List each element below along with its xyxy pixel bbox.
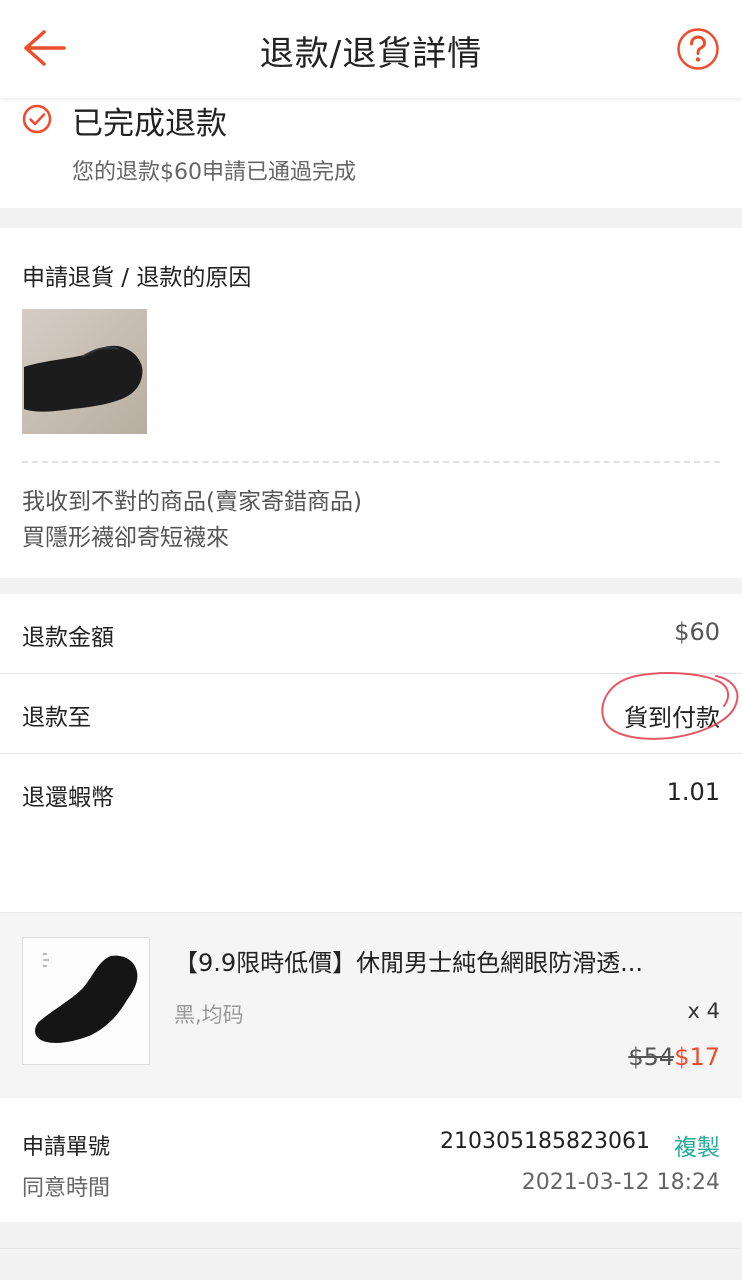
help-circle-icon[interactable] (676, 27, 720, 71)
reason-line-2: 買隱形襪卻寄短襪來 (22, 525, 229, 551)
refund-amount-label: 退款金額 (22, 625, 114, 651)
refund-to-value: 貨到付款 (624, 704, 720, 732)
blank-band (0, 832, 742, 912)
product-price: $54$17 (628, 1043, 720, 1071)
header-bar: 退款/退貨詳情 (0, 0, 742, 98)
status-title: 已完成退款 (72, 106, 227, 142)
reason-text: 我收到不對的商品(賣家寄錯商品) 買隱形襪卻寄短襪來 (22, 484, 362, 556)
return-reason-section: 申請退貨 / 退款的原因 我收到不對的商品(賣家寄錯商品) 買隱形襪卻寄短襪來 (0, 228, 742, 578)
status-subtitle: 您的退款$60申請已通過完成 (72, 160, 356, 185)
product-name: 【9.9限時低價】休閒男士純色網眼防滑透... (174, 949, 644, 977)
application-details-section: 申請單號 210305185823061 複製 同意時間 2021-03-12 … (0, 1098, 742, 1222)
refund-amount-row: 退款金額 $60 (0, 594, 742, 674)
product-quantity: x 4 (687, 999, 720, 1023)
refund-detail-page: 退款/退貨詳情 已完成退款 您的退款$60申請已通過完成 申請退貨 / 退款的原… (0, 0, 742, 1280)
application-number-label: 申請單號 (22, 1135, 111, 1160)
refund-to-row: 退款至 貨到付款 (0, 674, 742, 754)
product-variant: 黑,均码 (174, 1003, 244, 1027)
refund-status-section: 已完成退款 您的退款$60申請已通過完成 (0, 98, 742, 208)
bottom-divider (0, 1248, 742, 1249)
copy-button[interactable]: 複製 (674, 1128, 720, 1162)
agree-time-value: 2021-03-12 18:24 (521, 1170, 720, 1195)
reason-line-1: 我收到不對的商品(賣家寄錯商品) (22, 489, 362, 515)
application-number-value: 210305185823061 (440, 1129, 650, 1154)
coins-value: 1.01 (666, 778, 720, 806)
original-price: $54 (628, 1043, 675, 1071)
refund-info-section: 退款金額 $60 退款至 貨到付款 退還蝦幣 1.01 (0, 594, 742, 834)
reason-label: 申請退貨 / 退款的原因 (22, 265, 252, 291)
coins-row: 退還蝦幣 1.01 (0, 754, 742, 834)
coins-label: 退還蝦幣 (22, 785, 114, 811)
current-price: $17 (674, 1043, 720, 1071)
check-circle-icon (22, 104, 52, 134)
agree-time-label: 同意時間 (22, 1176, 111, 1201)
product-item[interactable]: 【9.9限時低價】休閒男士純色網眼防滑透... 黑,均码 x 4 $54$17 (0, 912, 742, 1096)
product-thumbnail[interactable] (22, 937, 150, 1065)
page-title: 退款/退貨詳情 (259, 34, 483, 74)
refund-to-label: 退款至 (22, 705, 91, 731)
refund-amount-value: $60 (674, 618, 720, 646)
dashed-divider (22, 461, 720, 463)
reason-photo[interactable] (22, 309, 147, 434)
